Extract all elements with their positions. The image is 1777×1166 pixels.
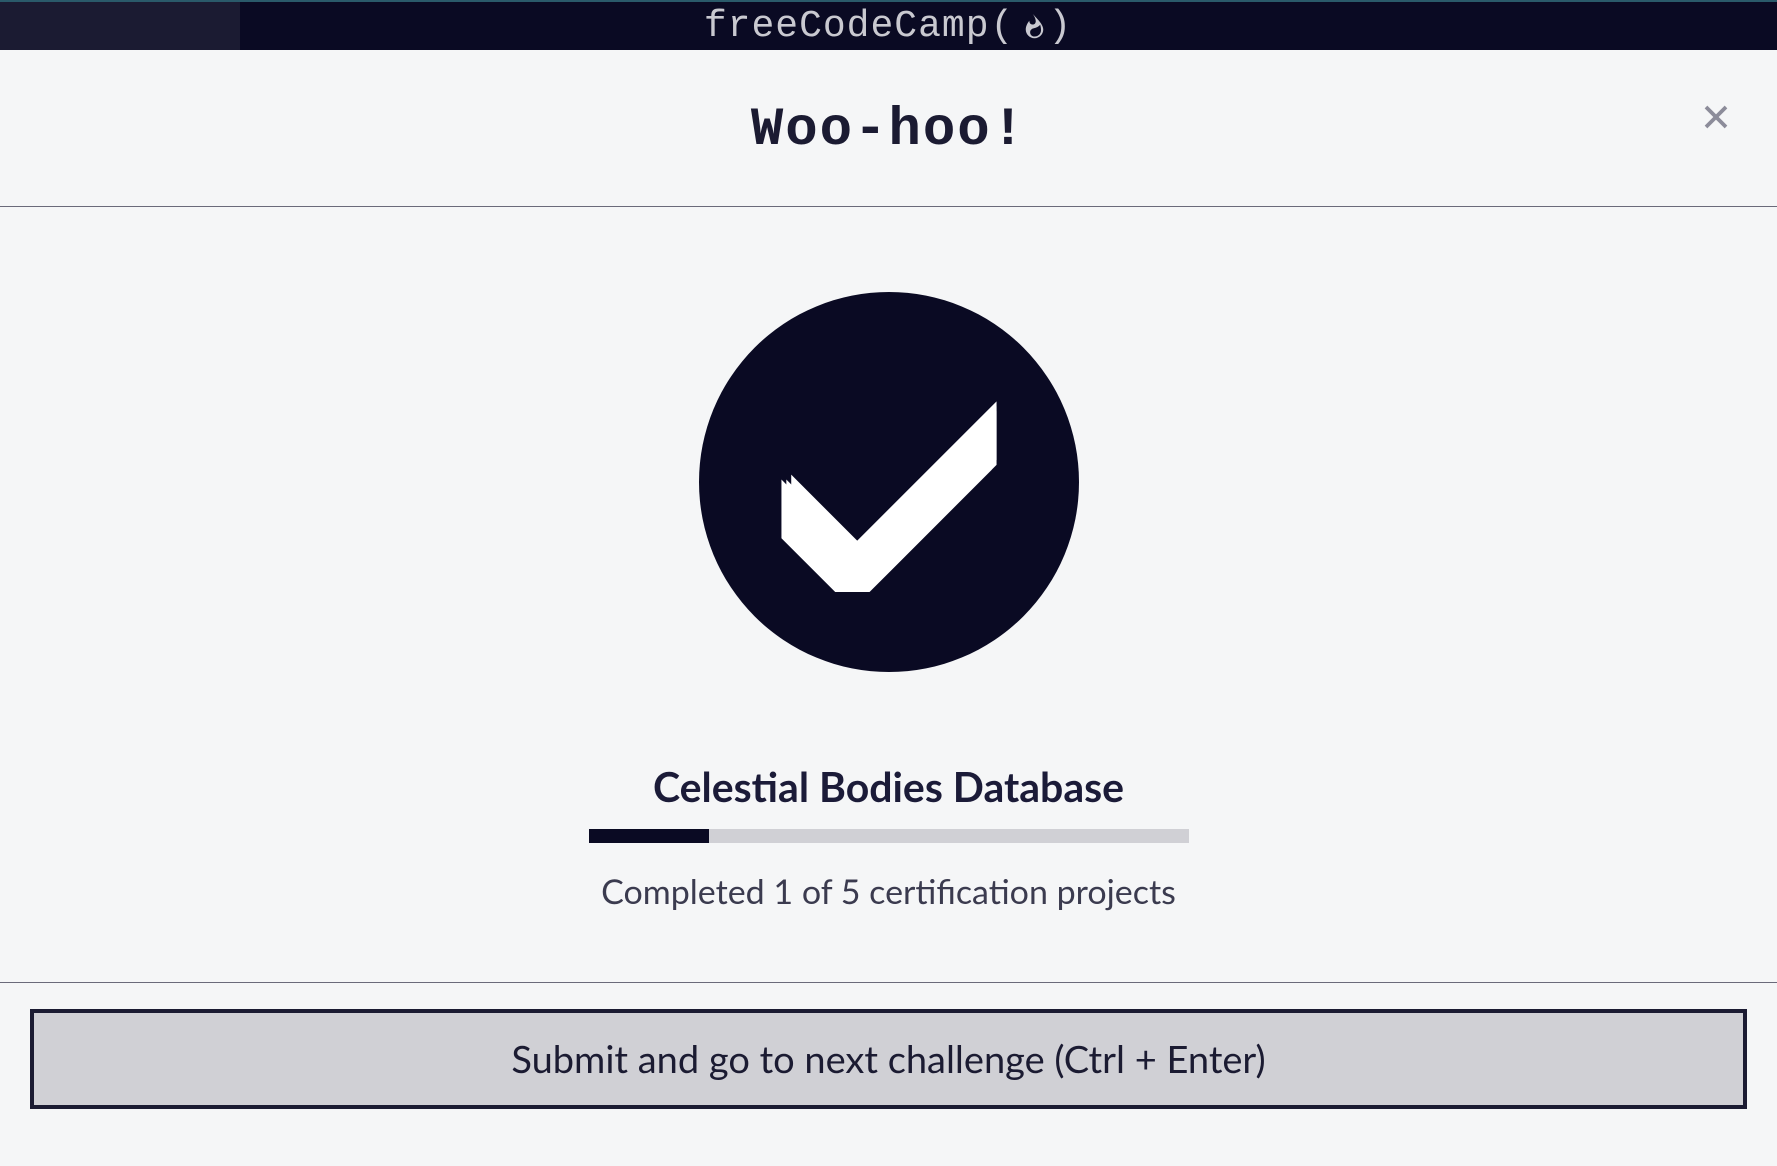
project-title: Celestial Bodies Database <box>653 762 1124 811</box>
modal-header: Woo-hoo! <box>0 50 1777 207</box>
top-nav-bar: freeCodeCamp() <box>0 0 1777 50</box>
progress-bar-fill <box>589 829 709 843</box>
brand-text: freeCodeCamp <box>704 5 990 48</box>
close-icon <box>1701 102 1731 132</box>
modal-body: Celestial Bodies Database Completed 1 of… <box>0 207 1777 983</box>
menu-placeholder <box>0 2 240 50</box>
success-check-circle <box>699 292 1079 672</box>
brand-paren-open: ( <box>991 5 1015 48</box>
brand-logo[interactable]: freeCodeCamp() <box>704 5 1073 48</box>
checkmark-icon <box>764 372 1014 592</box>
close-button[interactable] <box>1697 98 1735 139</box>
modal-footer: Submit and go to next challenge (Ctrl + … <box>0 983 1777 1135</box>
modal-title: Woo-hoo! <box>0 100 1777 161</box>
submit-button[interactable]: Submit and go to next challenge (Ctrl + … <box>30 1009 1747 1109</box>
brand-paren-close: ) <box>1048 5 1072 48</box>
progress-bar <box>589 829 1189 843</box>
progress-text: Completed 1 of 5 certification projects <box>601 871 1176 912</box>
fire-icon <box>1017 12 1045 40</box>
